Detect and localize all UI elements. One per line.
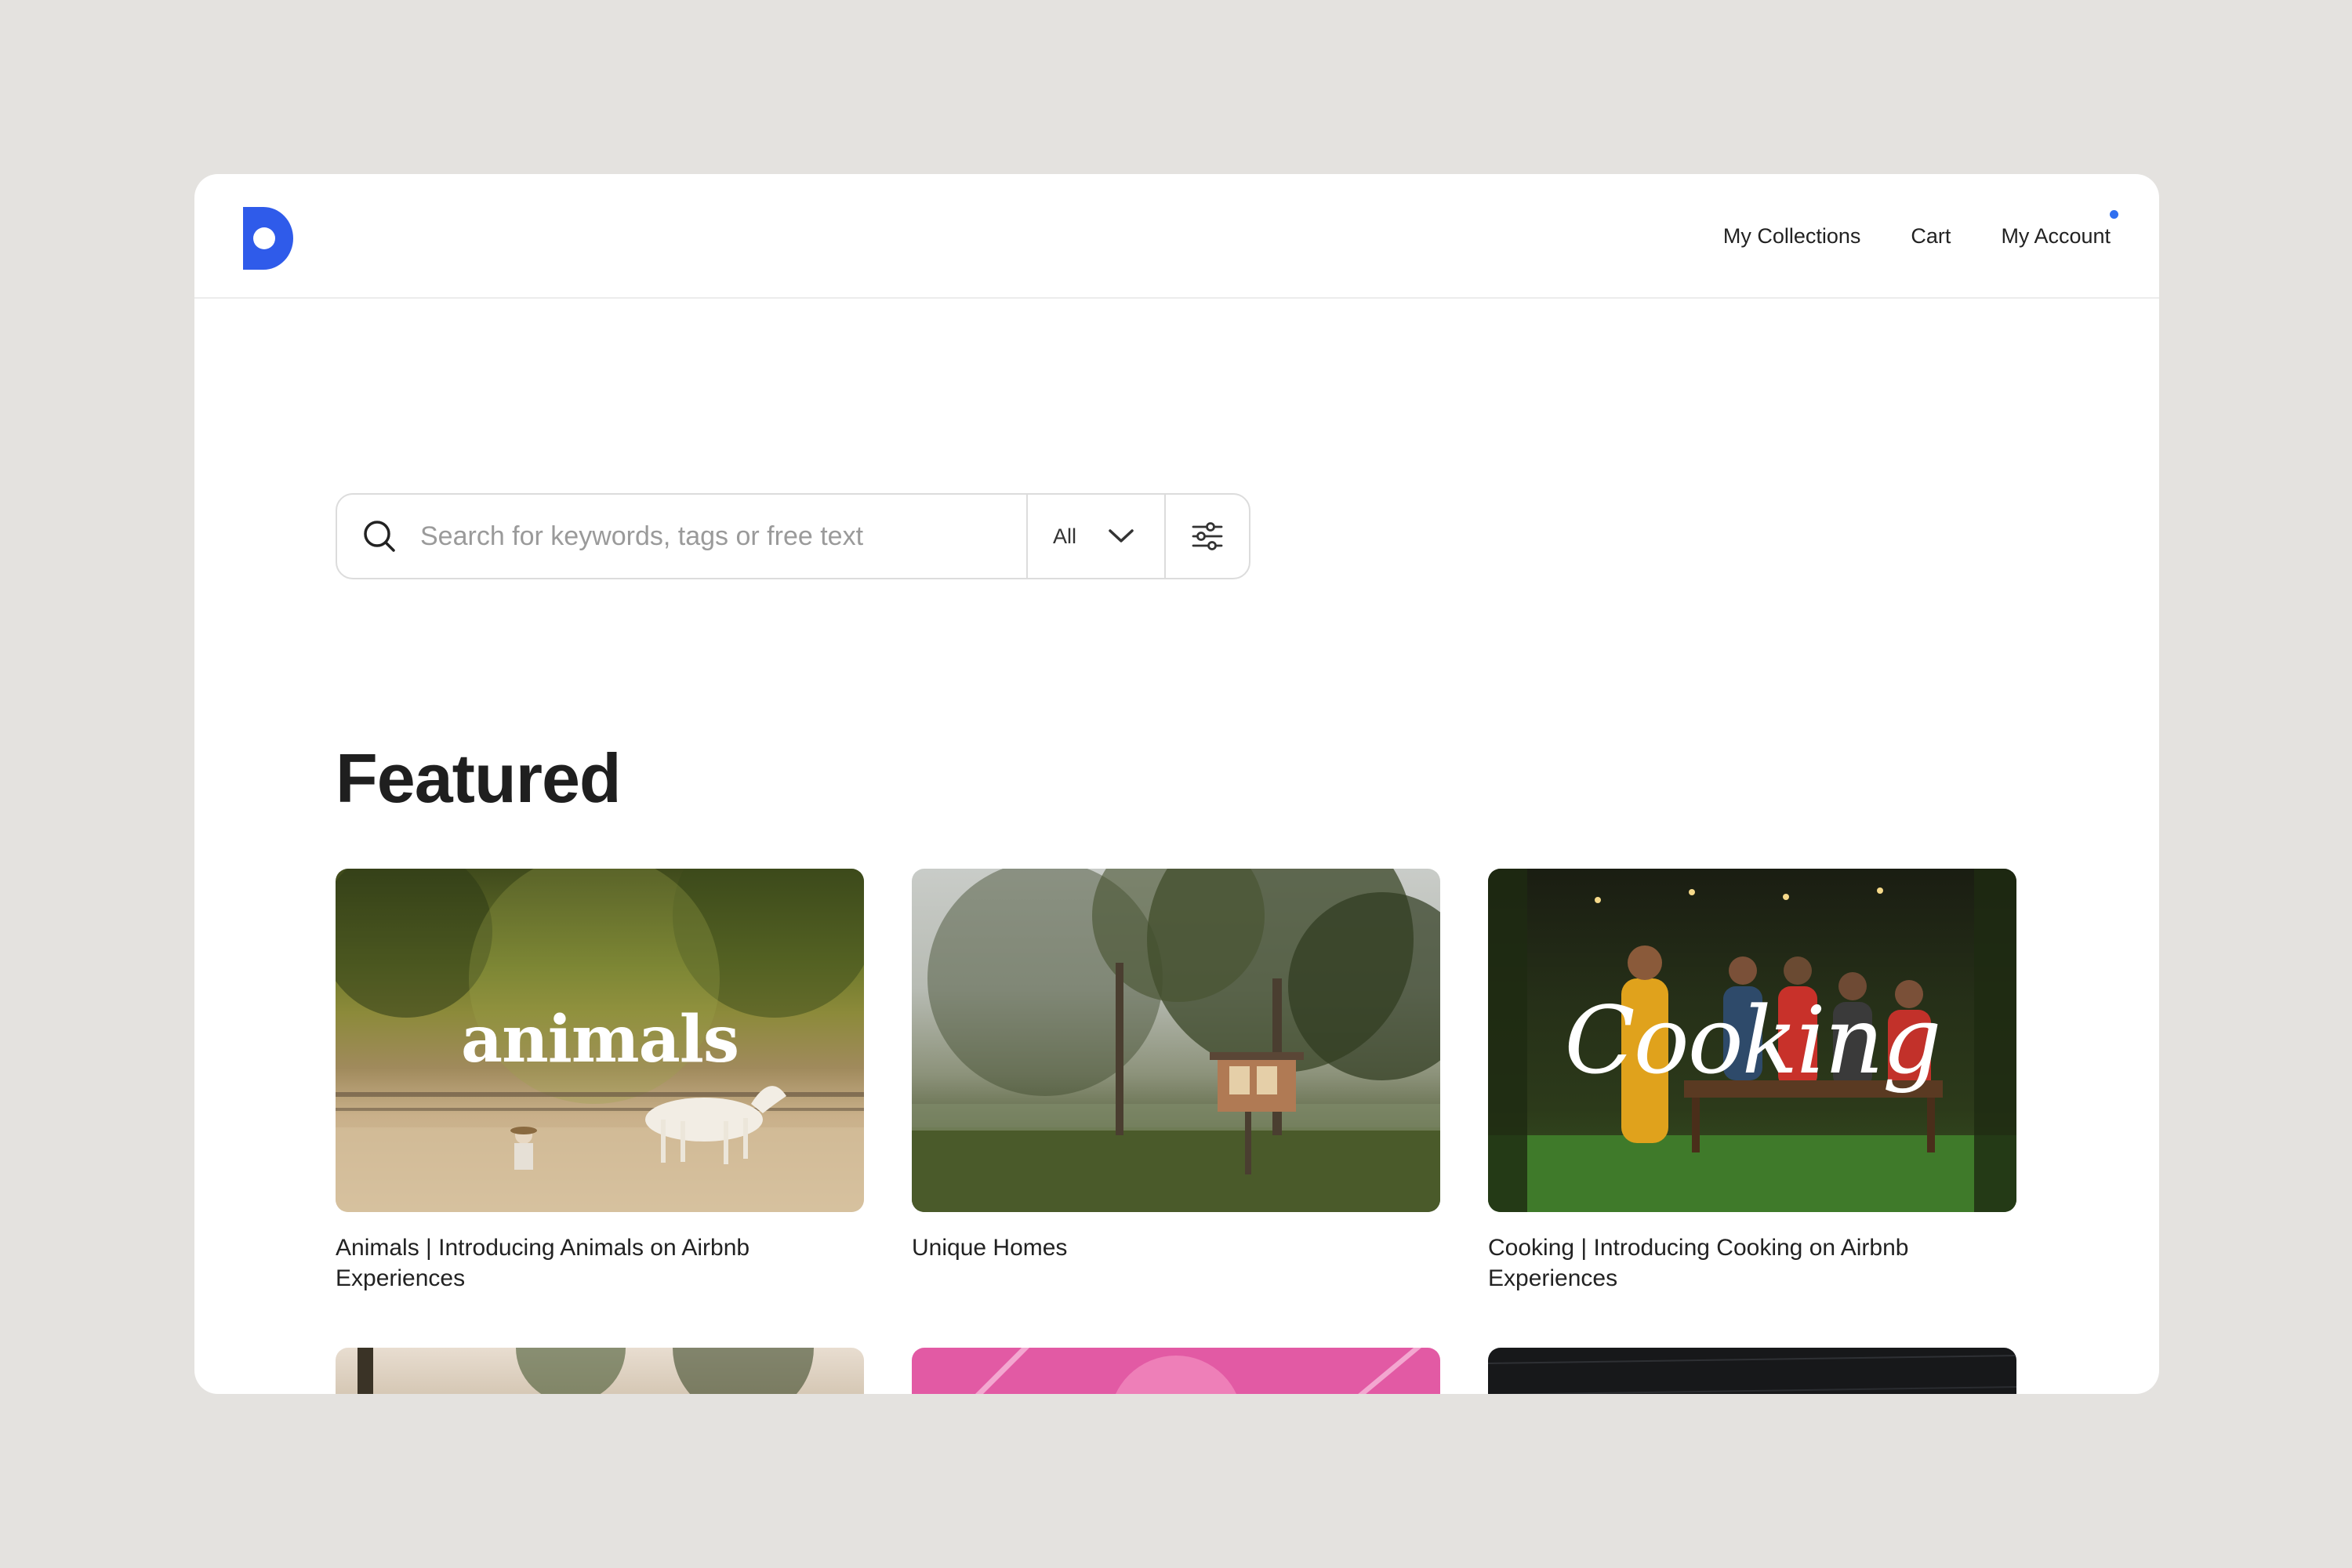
search-field-wrap — [337, 495, 1026, 578]
top-navigation-bar: My Collections Cart My Account — [194, 174, 2159, 299]
card-thumbnail-partial — [1488, 1355, 2016, 1394]
card-thumbnail: Cooking — [1488, 869, 2016, 1212]
nav-my-account-label: My Account — [2001, 224, 2111, 248]
app-window: My Collections Cart My Account All — [194, 174, 2159, 1394]
featured-card-partial-1[interactable] — [336, 1348, 864, 1394]
card-thumbnail — [912, 869, 1440, 1212]
search-bar: All — [336, 493, 1250, 579]
card-title: Cooking | Introducing Cooking on Airbnb … — [1488, 1235, 1909, 1291]
search-scope-dropdown[interactable]: All — [1026, 495, 1164, 578]
brand-logo-icon[interactable] — [243, 207, 293, 270]
sliders-icon — [1192, 522, 1223, 550]
featured-card-partial-2[interactable] — [912, 1348, 1440, 1394]
card-overlay-text: Cooking — [1564, 986, 1941, 1094]
card-thumbnail: animals — [336, 869, 864, 1212]
card-overlay-text: animals — [460, 1002, 739, 1077]
search-icon — [364, 521, 395, 552]
card-thumbnail-partial — [975, 1348, 1421, 1394]
nav-my-collections[interactable]: My Collections — [1723, 224, 1861, 249]
nav-cart[interactable]: Cart — [1911, 224, 1951, 249]
search-scope-value: All — [1053, 524, 1077, 548]
featured-heading: Featured — [336, 739, 622, 817]
featured-card-cooking[interactable]: Cooking Cooking | Introducing Cooking on… — [1488, 869, 2016, 1294]
treehouse-scene-image — [912, 869, 1440, 1212]
search-input[interactable] — [420, 521, 1000, 552]
featured-card-unique-homes[interactable]: Unique Homes — [912, 869, 1440, 1263]
filter-button[interactable] — [1164, 495, 1249, 578]
card-title: Animals | Introducing Animals on Airbnb … — [336, 1235, 750, 1291]
main-nav: My Collections Cart My Account — [1723, 174, 2118, 299]
nav-my-account[interactable]: My Account — [2001, 210, 2118, 249]
featured-card-partial-3[interactable] — [1488, 1348, 2016, 1394]
card-title: Unique Homes — [912, 1235, 1068, 1261]
chevron-down-icon — [1109, 529, 1134, 543]
featured-card-animals[interactable]: animals Animals | Introducing Animals on… — [336, 869, 864, 1294]
notification-dot — [2110, 210, 2118, 219]
card-thumbnail-partial — [358, 1348, 814, 1394]
